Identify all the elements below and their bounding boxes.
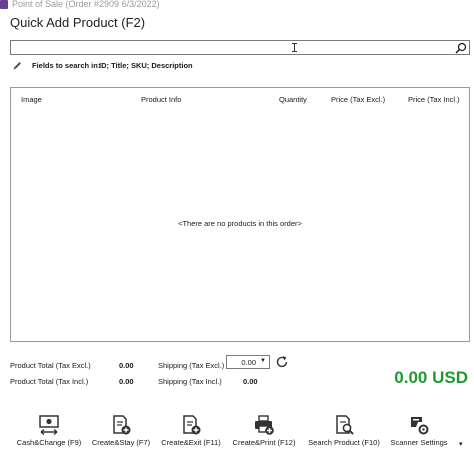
scanner-settings-label: Scanner Settings bbox=[390, 438, 448, 447]
cash-change-button[interactable]: Cash&Change (F9) bbox=[14, 414, 84, 454]
chevron-down-icon: ▼ bbox=[260, 358, 266, 364]
page-title: Quick Add Product (F2) bbox=[10, 15, 146, 30]
totals-panel: Product Total (Tax Excl.) 0.00 Product T… bbox=[0, 355, 474, 395]
document-add-icon bbox=[113, 415, 131, 435]
scanner-settings-icon bbox=[411, 417, 429, 435]
window-title: Point of Sale (Order #2909 6/3/2022) bbox=[12, 0, 160, 9]
product-total-excl-value: 0.00 bbox=[119, 361, 134, 370]
product-total-excl-label: Product Total (Tax Excl.) bbox=[10, 361, 91, 370]
app-icon bbox=[0, 0, 8, 9]
shipping-excl-label: Shipping (Tax Excl.) bbox=[158, 361, 225, 370]
title-bar: Point of Sale (Order #2909 6/3/2022) bbox=[0, 0, 474, 12]
create-print-label: Create&Print (F12) bbox=[232, 438, 296, 447]
create-stay-label: Create&Stay (F7) bbox=[91, 438, 151, 447]
fields-label: Fields to search in: bbox=[32, 61, 101, 70]
cash-change-label: Cash&Change (F9) bbox=[16, 438, 82, 447]
printer-add-icon bbox=[255, 415, 274, 435]
document-add-icon bbox=[183, 415, 201, 435]
fields-value[interactable]: ID; Title; SKU; Description bbox=[99, 61, 193, 70]
search-product-button[interactable]: Search Product (F10) bbox=[305, 414, 383, 454]
product-total-incl-value: 0.00 bbox=[119, 377, 134, 386]
column-header-image: Image bbox=[21, 95, 42, 104]
action-toolbar: Cash&Change (F9) Create&Stay (F7) Create… bbox=[0, 414, 474, 454]
search-icon[interactable] bbox=[455, 42, 467, 54]
column-header-price-excl: Price (Tax Excl.) bbox=[331, 95, 386, 104]
shipping-excl-value: 0.00 bbox=[241, 358, 256, 367]
create-exit-button[interactable]: Create&Exit (F11) bbox=[157, 414, 225, 454]
shipping-incl-label: Shipping (Tax Incl.) bbox=[158, 377, 222, 386]
empty-table-message: <There are no products in this order> bbox=[178, 219, 302, 228]
products-table: Image Product Info Quantity Price (Tax E… bbox=[10, 87, 470, 342]
refresh-icon[interactable] bbox=[275, 355, 289, 369]
product-search-input[interactable] bbox=[10, 40, 470, 55]
toolbar-more-arrow-icon[interactable]: ▾ bbox=[459, 440, 463, 448]
create-print-button[interactable]: Create&Print (F12) bbox=[228, 414, 300, 454]
column-header-quantity: Quantity bbox=[279, 95, 307, 104]
shipping-excl-select[interactable]: 0.00 ▼ bbox=[226, 355, 270, 369]
cash-icon bbox=[39, 415, 59, 436]
edit-pencil-icon[interactable] bbox=[12, 60, 23, 71]
create-stay-button[interactable]: Create&Stay (F7) bbox=[88, 414, 154, 454]
scanner-settings-button[interactable]: Scanner Settings bbox=[386, 414, 452, 454]
shipping-incl-value: 0.00 bbox=[243, 377, 258, 386]
document-search-icon bbox=[336, 415, 354, 435]
grand-total: 0.00 USD bbox=[394, 368, 468, 387]
column-header-price-incl: Price (Tax Incl.) bbox=[408, 95, 460, 104]
create-exit-label: Create&Exit (F11) bbox=[161, 438, 221, 447]
text-cursor-icon bbox=[292, 43, 297, 52]
search-product-label: Search Product (F10) bbox=[308, 438, 380, 447]
column-header-product-info: Product Info bbox=[141, 95, 182, 104]
product-total-incl-label: Product Total (Tax Incl.) bbox=[10, 377, 89, 386]
